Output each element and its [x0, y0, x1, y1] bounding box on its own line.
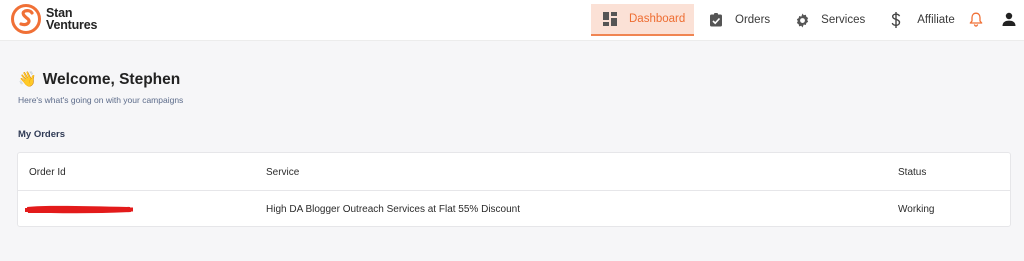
nav-orders-label: Orders — [735, 14, 771, 26]
column-header-status: Status — [898, 167, 927, 178]
user-icon[interactable] — [1002, 12, 1016, 26]
main-nav: Dashboard Orders Services Affiliate — [591, 4, 955, 36]
bell-icon[interactable] — [969, 12, 983, 27]
row-service: High DA Blogger Outreach Services at Fla… — [266, 204, 521, 215]
redacted-order-id — [25, 205, 133, 214]
gear-icon — [795, 12, 810, 28]
nav-services-label: Services — [821, 14, 866, 26]
nav-services[interactable]: Services — [795, 4, 865, 36]
nav-dashboard[interactable]: Dashboard — [591, 4, 694, 36]
nav-affiliate[interactable]: Affiliate — [891, 4, 955, 36]
dollar-icon — [891, 12, 901, 28]
orders-table: Order Id Service Status High DA Blogger … — [17, 152, 1011, 227]
column-header-order-id: Order Id — [29, 167, 66, 178]
welcome-heading: 👋 Welcome, Stephen — [18, 71, 180, 89]
dashboard-grid-icon — [603, 12, 617, 26]
stan-ventures-logo-icon — [11, 4, 41, 34]
my-orders-heading: My Orders — [18, 129, 65, 140]
brand-name: Stan Ventures — [46, 7, 98, 32]
page-subtitle: Here's what's going on with your campaig… — [18, 95, 184, 105]
row-status: Working — [898, 204, 935, 215]
nav-orders[interactable]: Orders — [709, 4, 770, 36]
waving-hand-icon: 👋 — [18, 71, 37, 88]
nav-dashboard-label: Dashboard — [629, 13, 686, 25]
column-header-service: Service — [266, 167, 300, 178]
clipboard-check-icon — [709, 13, 723, 27]
top-navigation-bar: Stan Ventures Dashboard Orders Services … — [0, 0, 1024, 41]
page-title: Welcome, Stephen — [42, 71, 181, 88]
nav-affiliate-label: Affiliate — [917, 14, 955, 26]
brand-logo[interactable]: Stan Ventures — [11, 3, 97, 35]
table-header-row: Order Id Service Status — [18, 153, 1010, 191]
brand-name-line2: Ventures — [46, 18, 98, 32]
